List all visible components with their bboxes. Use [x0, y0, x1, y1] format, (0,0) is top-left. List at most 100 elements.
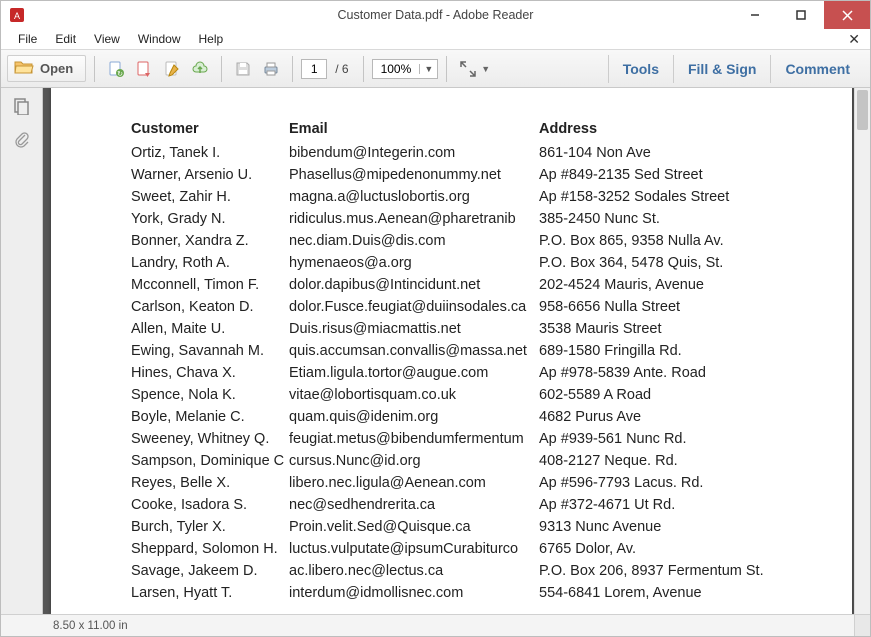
cell-customer: York, Grady N. — [131, 208, 289, 230]
cell-customer: Sheppard, Solomon H. — [131, 538, 289, 560]
vertical-scrollbar[interactable] — [854, 88, 870, 614]
cell-address: P.O. Box 364, 5478 Quis, St. — [539, 252, 822, 274]
open-button[interactable]: Open — [7, 55, 86, 82]
cell-address: Ap #372-4671 Ut Rd. — [539, 494, 822, 516]
minimize-button[interactable] — [732, 1, 778, 29]
cell-email: bibendum@Integerin.com — [289, 142, 539, 164]
menu-edit[interactable]: Edit — [46, 30, 85, 48]
cell-address: 554-6841 Lorem, Avenue — [539, 582, 822, 604]
cell-address: 958-6656 Nulla Street — [539, 296, 822, 318]
tools-panel-button[interactable]: Tools — [608, 55, 673, 83]
page-dimensions-label: 8.50 x 11.00 in — [53, 620, 128, 632]
title-bar: A Customer Data.pdf - Adobe Reader — [1, 1, 870, 29]
folder-open-icon — [14, 59, 34, 78]
cell-address: P.O. Box 865, 9358 Nulla Av. — [539, 230, 822, 252]
cell-email: Duis.risus@miacmattis.net — [289, 318, 539, 340]
document-viewport[interactable]: Customer Email Address Ortiz, Tanek I.bi… — [43, 88, 870, 614]
scrollbar-thumb[interactable] — [857, 90, 868, 130]
cell-customer: Carlson, Keaton D. — [131, 296, 289, 318]
fill-sign-panel-button[interactable]: Fill & Sign — [673, 55, 770, 83]
cell-customer: Hines, Chava X. — [131, 362, 289, 384]
table-row: Reyes, Belle X.libero.nec.ligula@Aenean.… — [131, 472, 822, 494]
cell-customer: Burch, Tyler X. — [131, 516, 289, 538]
cell-address: Ap #596-7793 Lacus. Rd. — [539, 472, 822, 494]
table-row: Savage, Jakeem D.ac.libero.nec@lectus.ca… — [131, 560, 822, 582]
window-controls — [732, 1, 870, 29]
table-row: Allen, Maite U.Duis.risus@miacmattis.net… — [131, 318, 822, 340]
table-row: Mcconnell, Timon F.dolor.dapibus@Intinci… — [131, 274, 822, 296]
cell-address: 9313 Nunc Avenue — [539, 516, 822, 538]
svg-text:↻: ↻ — [117, 71, 123, 78]
create-pdf-icon[interactable]: ↻ — [103, 56, 129, 82]
cell-address: Ap #158-3252 Sodales Street — [539, 186, 822, 208]
cell-customer: Larsen, Hyatt T. — [131, 582, 289, 604]
cell-email: vitae@lobortisquam.co.uk — [289, 384, 539, 406]
chevron-down-icon[interactable]: ▼ — [481, 64, 490, 74]
cell-customer: Mcconnell, Timon F. — [131, 274, 289, 296]
cell-email: Etiam.ligula.tortor@augue.com — [289, 362, 539, 384]
cell-customer: Warner, Arsenio U. — [131, 164, 289, 186]
table-row: Hines, Chava X.Etiam.ligula.tortor@augue… — [131, 362, 822, 384]
cell-email: feugiat.metus@bibendumfermentum — [289, 428, 539, 450]
menu-view[interactable]: View — [85, 30, 129, 48]
cell-address: 3538 Mauris Street — [539, 318, 822, 340]
print-icon[interactable] — [258, 56, 284, 82]
menu-window[interactable]: Window — [129, 30, 190, 48]
cell-email: luctus.vulputate@ipsumCurabiturco — [289, 538, 539, 560]
cell-address: P.O. Box 206, 8937 Fermentum St. — [539, 560, 822, 582]
cloud-upload-icon[interactable] — [187, 56, 213, 82]
attachments-icon[interactable] — [12, 130, 32, 150]
menu-file[interactable]: File — [9, 30, 46, 48]
cell-address: 202-4524 Mauris, Avenue — [539, 274, 822, 296]
cell-customer: Spence, Nola K. — [131, 384, 289, 406]
right-panel-tabs: Tools Fill & Sign Comment — [608, 55, 864, 83]
cell-customer: Sweeney, Whitney Q. — [131, 428, 289, 450]
cell-email: Proin.velit.Sed@Quisque.ca — [289, 516, 539, 538]
cell-customer: Savage, Jakeem D. — [131, 560, 289, 582]
save-icon[interactable] — [230, 56, 256, 82]
cell-email: ac.libero.nec@lectus.ca — [289, 560, 539, 582]
cell-customer: Landry, Roth A. — [131, 252, 289, 274]
page-number-input[interactable] — [301, 59, 327, 79]
comment-panel-button[interactable]: Comment — [770, 55, 864, 83]
table-row: Warner, Arsenio U.Phasellus@mipedenonumm… — [131, 164, 822, 186]
table-row: Larsen, Hyatt T.interdum@idmollisnec.com… — [131, 582, 822, 604]
status-bar: 8.50 x 11.00 in — [1, 614, 870, 636]
cell-address: 689-1580 Fringilla Rd. — [539, 340, 822, 362]
cell-email: magna.a@luctuslobortis.org — [289, 186, 539, 208]
page-thumbnails-icon[interactable] — [12, 96, 32, 116]
cell-email: ridiculus.mus.Aenean@pharetranib — [289, 208, 539, 230]
cell-address: Ap #939-561 Nunc Rd. — [539, 428, 822, 450]
read-mode-icon[interactable] — [455, 56, 481, 82]
content-area: Customer Email Address Ortiz, Tanek I.bi… — [1, 88, 870, 614]
maximize-button[interactable] — [778, 1, 824, 29]
table-row: Cooke, Isadora S.nec@sedhendrerita.caAp … — [131, 494, 822, 516]
data-table: Customer Email Address Ortiz, Tanek I.bi… — [131, 118, 822, 604]
cell-address: 4682 Purus Ave — [539, 406, 822, 428]
zoom-value: 100% — [373, 62, 420, 76]
table-row: Sheppard, Solomon H.luctus.vulputate@ips… — [131, 538, 822, 560]
cell-customer: Ewing, Savannah M. — [131, 340, 289, 362]
header-email: Email — [289, 118, 539, 140]
cell-address: 861-104 Non Ave — [539, 142, 822, 164]
menu-help[interactable]: Help — [190, 30, 233, 48]
document-close-icon[interactable]: ✕ — [848, 31, 860, 48]
export-pdf-icon[interactable] — [131, 56, 157, 82]
navigation-panel — [1, 88, 43, 614]
edit-pdf-icon[interactable] — [159, 56, 185, 82]
table-row: Boyle, Melanie C.quam.quis@idenim.org468… — [131, 406, 822, 428]
header-address: Address — [539, 118, 822, 140]
pdf-app-icon: A — [9, 7, 25, 23]
cell-email: cursus.Nunc@id.org — [289, 450, 539, 472]
pdf-page: Customer Email Address Ortiz, Tanek I.bi… — [51, 88, 852, 614]
cell-email: quis.accumsan.convallis@massa.net — [289, 340, 539, 362]
cell-customer: Sampson, Dominique C — [131, 450, 289, 472]
cell-address: 408-2127 Neque. Rd. — [539, 450, 822, 472]
cell-email: dolor.dapibus@Intincidunt.net — [289, 274, 539, 296]
table-row: Landry, Roth A.hymenaeos@a.orgP.O. Box 3… — [131, 252, 822, 274]
table-row: Spence, Nola K.vitae@lobortisquam.co.uk6… — [131, 384, 822, 406]
table-header-row: Customer Email Address — [131, 118, 822, 140]
table-row: York, Grady N.ridiculus.mus.Aenean@phare… — [131, 208, 822, 230]
close-button[interactable] — [824, 1, 870, 29]
zoom-select[interactable]: 100% ▼ — [372, 59, 439, 79]
